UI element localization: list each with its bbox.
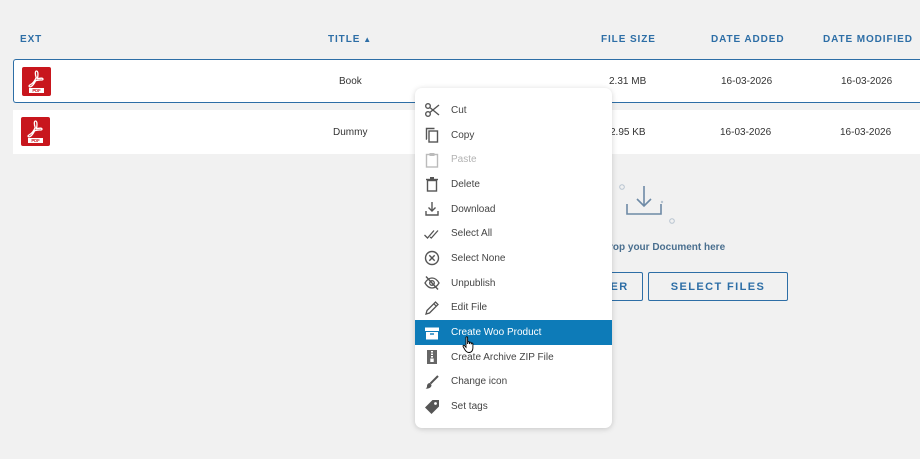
menu-item-label: Select All (451, 228, 493, 240)
eye-off-icon (423, 274, 441, 292)
row-file-size: 2.31 MB (609, 75, 647, 87)
menu-item-copy[interactable]: Copy (415, 123, 612, 148)
scissors-icon (423, 101, 441, 119)
trash-icon (423, 175, 441, 193)
row-title: Dummy (333, 126, 368, 138)
box-icon (423, 324, 441, 342)
context-menu: Cut Copy Paste Delete Download Select Al… (415, 88, 612, 428)
column-header-title[interactable]: TITLE ▲ (328, 34, 372, 45)
download-icon (423, 200, 441, 218)
menu-item-change-icon[interactable]: Change icon (415, 370, 612, 395)
download-tray-icon (616, 180, 680, 233)
menu-item-set-tags[interactable]: Set tags (415, 394, 612, 419)
menu-item-edit-file[interactable]: Edit File (415, 296, 612, 321)
column-header-date-modified[interactable]: DATE MODIFIED (823, 34, 913, 45)
menu-item-unpublish[interactable]: Unpublish (415, 271, 612, 296)
menu-item-label: Select None (451, 252, 506, 264)
row-date-added: 16-03-2026 (721, 75, 773, 87)
pencil-icon (423, 299, 441, 317)
menu-item-label: Delete (451, 178, 480, 190)
copy-icon (423, 126, 441, 144)
menu-item-label: Edit File (451, 302, 488, 314)
column-header-file-size[interactable]: FILE SIZE (601, 34, 656, 45)
menu-item-label: Change icon (451, 376, 508, 388)
tag-icon (423, 398, 441, 416)
menu-item-label: Copy (451, 129, 475, 141)
menu-item-label: Paste (451, 154, 477, 166)
menu-item-paste[interactable]: Paste (415, 147, 612, 172)
select-files-button[interactable]: SELECT FILES (648, 272, 788, 301)
menu-item-label: Set tags (451, 401, 488, 413)
pdf-icon-text: PDF (31, 138, 40, 143)
menu-item-delete[interactable]: Delete (415, 172, 612, 197)
pdf-icon: PDF (22, 67, 51, 96)
row-date-modified: 16-03-2026 (840, 126, 892, 138)
menu-item-cut[interactable]: Cut (415, 98, 612, 123)
brush-icon (423, 373, 441, 391)
pdf-icon: PDF (21, 117, 50, 146)
hand-cursor-icon (462, 336, 476, 359)
row-date-modified: 16-03-2026 (841, 75, 893, 87)
menu-item-select-all[interactable]: Select All (415, 221, 612, 246)
menu-item-download[interactable]: Download (415, 197, 612, 222)
column-header-ext[interactable]: EXT (20, 34, 42, 45)
pdf-icon-text: PDF (32, 88, 41, 93)
dropzone-text: rop your Document here (609, 242, 726, 253)
menu-item-select-none[interactable]: Select None (415, 246, 612, 271)
row-date-added: 16-03-2026 (720, 126, 772, 138)
circle-x-icon (423, 249, 441, 267)
row-title: Book (339, 75, 362, 87)
column-header-title-label: TITLE (328, 34, 361, 45)
row-file-size: 2.95 KB (610, 126, 646, 138)
clipboard-icon (423, 151, 441, 169)
menu-item-create-woo-product[interactable]: Create Woo Product (415, 320, 612, 345)
column-header-date-added[interactable]: DATE ADDED (711, 34, 784, 45)
zip-icon (423, 348, 441, 366)
menu-item-label: Unpublish (451, 277, 496, 289)
double-check-icon (423, 225, 441, 243)
menu-item-label: Download (451, 203, 496, 215)
menu-item-label: Cut (451, 104, 467, 116)
menu-item-create-archive-zip[interactable]: Create Archive ZIP File (415, 345, 612, 370)
sort-ascending-icon: ▲ (363, 35, 373, 44)
